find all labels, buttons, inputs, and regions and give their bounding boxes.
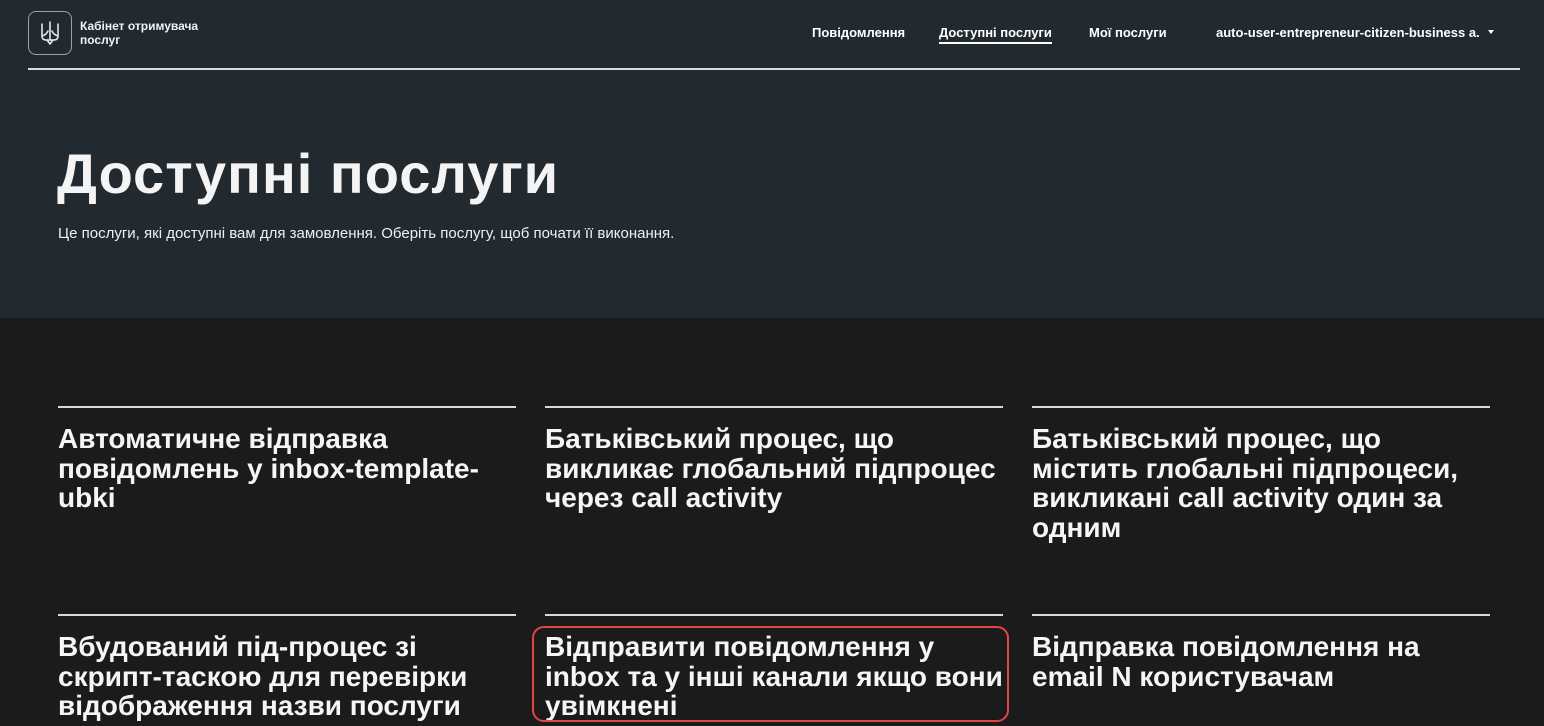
user-name: auto-user-entrepreneur-citizen-business … [1216,25,1480,40]
page-title: Доступні послуги [57,142,560,205]
header-band: Кабінет отримувача послуг Повідомлення Д… [0,0,1544,318]
service-card-highlighted[interactable]: Відправити повідомлення у inbox та у інш… [545,614,1003,721]
service-card[interactable]: Батьківський процес, що містить глобальн… [1032,406,1490,542]
service-card-title: Вбудований під-процес зі скрипт-таскою д… [58,631,468,721]
chevron-down-icon [1487,29,1494,34]
service-card-title: Батьківський процес, що містить глобальн… [1032,423,1459,543]
nav-available-services[interactable]: Доступні послуги [939,25,1052,44]
user-menu-dropdown[interactable]: auto-user-entrepreneur-citizen-business … [1216,25,1494,40]
trident-logo-icon[interactable] [28,11,72,55]
service-card-title: Відправка повідомлення на email N корист… [1032,631,1420,692]
service-card[interactable]: Автоматичне відправка повідомлень у inbo… [58,406,516,513]
service-card[interactable]: Відправка повідомлення на email N корист… [1032,614,1490,691]
brand-name: Кабінет отримувача послуг [80,19,199,47]
service-card[interactable]: Батьківський процес, що викликає глобаль… [545,406,1003,513]
service-card-title: Автоматичне відправка повідомлень у inbo… [58,423,479,513]
service-card[interactable]: Вбудований під-процес зі скрипт-таскою д… [58,614,516,721]
service-card-title: Відправити повідомлення у inbox та у інш… [545,631,1003,721]
page-subtitle: Це послуги, які доступні вам для замовле… [58,225,675,242]
top-navigation-bar: Кабінет отримувача послуг Повідомлення Д… [28,0,1520,70]
nav-my-services[interactable]: Мої послуги [1089,25,1167,40]
nav-notifications[interactable]: Повідомлення [812,25,905,40]
service-card-title: Батьківський процес, що викликає глобаль… [545,423,996,513]
